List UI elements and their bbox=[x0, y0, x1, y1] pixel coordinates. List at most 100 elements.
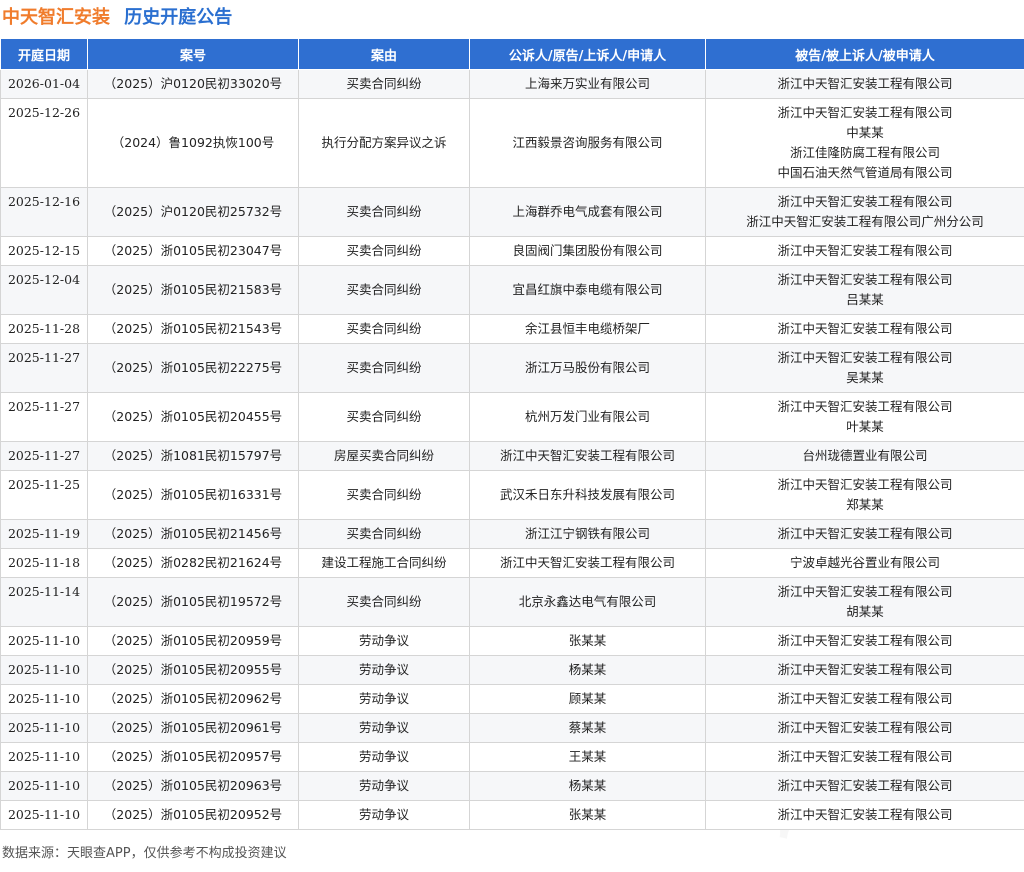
defendant-name: 浙江中天智汇安装工程有限公司 bbox=[706, 747, 1024, 767]
table-row: 2025-11-10（2025）浙0105民初20952号劳动争议张某某浙江中天… bbox=[1, 801, 1024, 830]
cell-cause: 建设工程施工合同纠纷 bbox=[299, 549, 470, 578]
table-row: 2025-12-04（2025）浙0105民初21583号买卖合同纠纷宜昌红旗中… bbox=[1, 266, 1024, 315]
cell-defendants: 浙江中天智汇安装工程有限公司 bbox=[706, 656, 1024, 685]
cell-plaintiff: 张某某 bbox=[470, 801, 706, 830]
cell-defendants: 浙江中天智汇安装工程有限公司 bbox=[706, 801, 1024, 830]
table-header-row: 开庭日期 案号 案由 公诉人/原告/上诉人/申请人 被告/被上诉人/被申请人 bbox=[1, 39, 1024, 70]
cell-cause: 劳动争议 bbox=[299, 772, 470, 801]
cell-case-no: （2025）沪0120民初33020号 bbox=[88, 70, 299, 99]
cell-defendants: 浙江中天智汇安装工程有限公司吴某某 bbox=[706, 344, 1024, 393]
table-row: 2025-11-18（2025）浙0282民初21624号建设工程施工合同纠纷浙… bbox=[1, 549, 1024, 578]
cell-case-no: （2025）浙0105民初21456号 bbox=[88, 520, 299, 549]
table-row: 2025-11-28（2025）浙0105民初21543号买卖合同纠纷余江县恒丰… bbox=[1, 315, 1024, 344]
defendant-name: 浙江中天智汇安装工程有限公司 bbox=[706, 319, 1024, 339]
cell-plaintiff: 王某某 bbox=[470, 743, 706, 772]
cell-case-no: （2025）浙0105民初20455号 bbox=[88, 393, 299, 442]
cell-plaintiff: 浙江江宁钢铁有限公司 bbox=[470, 520, 706, 549]
cell-plaintiff: 浙江万马股份有限公司 bbox=[470, 344, 706, 393]
defendant-name: 浙江中天智汇安装工程有限公司 bbox=[706, 660, 1024, 680]
cell-date: 2025-11-10 bbox=[1, 714, 88, 743]
cell-plaintiff: 江西毅景咨询服务有限公司 bbox=[470, 99, 706, 188]
cell-case-no: （2025）浙0105民初20955号 bbox=[88, 656, 299, 685]
defendant-name: 吴某某 bbox=[706, 368, 1024, 388]
company-name: 中天智汇安装 bbox=[2, 7, 110, 28]
defendant-name: 中某某 bbox=[706, 123, 1024, 143]
cell-date: 2026-01-04 bbox=[1, 70, 88, 99]
cell-case-no: （2025）浙0105民初20962号 bbox=[88, 685, 299, 714]
cell-case-no: （2025）浙1081民初15797号 bbox=[88, 442, 299, 471]
cell-plaintiff: 杨某某 bbox=[470, 772, 706, 801]
cell-plaintiff: 蔡某某 bbox=[470, 714, 706, 743]
table-row: 2025-11-27（2025）浙0105民初20455号买卖合同纠纷杭州万发门… bbox=[1, 393, 1024, 442]
cell-defendants: 浙江中天智汇安装工程有限公司中某某浙江佳隆防腐工程有限公司中国石油天然气管道局有… bbox=[706, 99, 1024, 188]
col-header-defendant: 被告/被上诉人/被申请人 bbox=[706, 39, 1024, 70]
cell-defendants: 宁波卓越光谷置业有限公司 bbox=[706, 549, 1024, 578]
table-row: 2025-11-14（2025）浙0105民初19572号买卖合同纠纷北京永鑫达… bbox=[1, 578, 1024, 627]
cell-defendants: 浙江中天智汇安装工程有限公司叶某某 bbox=[706, 393, 1024, 442]
defendant-name: 浙江中天智汇安装工程有限公司 bbox=[706, 192, 1024, 212]
cell-case-no: （2025）浙0282民初21624号 bbox=[88, 549, 299, 578]
cell-plaintiff: 余江县恒丰电缆桥架厂 bbox=[470, 315, 706, 344]
cell-cause: 买卖合同纠纷 bbox=[299, 237, 470, 266]
table-row: 2025-11-25（2025）浙0105民初16331号买卖合同纠纷武汉禾日东… bbox=[1, 471, 1024, 520]
cell-plaintiff: 上海来万实业有限公司 bbox=[470, 70, 706, 99]
table-row: 2025-11-10（2025）浙0105民初20963号劳动争议杨某某浙江中天… bbox=[1, 772, 1024, 801]
cell-defendants: 浙江中天智汇安装工程有限公司吕某某 bbox=[706, 266, 1024, 315]
cell-cause: 买卖合同纠纷 bbox=[299, 315, 470, 344]
cell-plaintiff: 张某某 bbox=[470, 627, 706, 656]
table-row: 2025-11-10（2025）浙0105民初20957号劳动争议王某某浙江中天… bbox=[1, 743, 1024, 772]
cell-date: 2025-11-10 bbox=[1, 772, 88, 801]
cell-case-no: （2024）鲁1092执恢100号 bbox=[88, 99, 299, 188]
cell-defendants: 浙江中天智汇安装工程有限公司 bbox=[706, 520, 1024, 549]
cell-date: 2025-11-18 bbox=[1, 549, 88, 578]
defendant-name: 浙江中天智汇安装工程有限公司 bbox=[706, 631, 1024, 651]
cell-defendants: 浙江中天智汇安装工程有限公司 bbox=[706, 237, 1024, 266]
cell-cause: 劳动争议 bbox=[299, 656, 470, 685]
cell-date: 2025-12-26 bbox=[1, 99, 88, 188]
table-row: 2026-01-04（2025）沪0120民初33020号买卖合同纠纷上海来万实… bbox=[1, 70, 1024, 99]
cell-defendants: 浙江中天智汇安装工程有限公司 bbox=[706, 714, 1024, 743]
hearing-table: 开庭日期 案号 案由 公诉人/原告/上诉人/申请人 被告/被上诉人/被申请人 2… bbox=[0, 38, 1024, 830]
cell-defendants: 浙江中天智汇安装工程有限公司 bbox=[706, 315, 1024, 344]
defendant-name: 浙江中天智汇安装工程有限公司 bbox=[706, 348, 1024, 368]
defendant-name: 浙江佳隆防腐工程有限公司 bbox=[706, 143, 1024, 163]
cell-cause: 买卖合同纠纷 bbox=[299, 344, 470, 393]
cell-plaintiff: 杭州万发门业有限公司 bbox=[470, 393, 706, 442]
defendant-name: 浙江中天智汇安装工程有限公司 bbox=[706, 475, 1024, 495]
cell-plaintiff: 上海群乔电气成套有限公司 bbox=[470, 188, 706, 237]
defendant-name: 浙江中天智汇安装工程有限公司 bbox=[706, 524, 1024, 544]
cell-cause: 买卖合同纠纷 bbox=[299, 266, 470, 315]
defendant-name: 吕某某 bbox=[706, 290, 1024, 310]
cell-case-no: （2025）沪0120民初25732号 bbox=[88, 188, 299, 237]
table-row: 2025-11-27（2025）浙1081民初15797号房屋买卖合同纠纷浙江中… bbox=[1, 442, 1024, 471]
cell-date: 2025-12-15 bbox=[1, 237, 88, 266]
table-row: 2025-11-10（2025）浙0105民初20961号劳动争议蔡某某浙江中天… bbox=[1, 714, 1024, 743]
cell-case-no: （2025）浙0105民初20961号 bbox=[88, 714, 299, 743]
table-row: 2025-11-19（2025）浙0105民初21456号买卖合同纠纷浙江江宁钢… bbox=[1, 520, 1024, 549]
cell-date: 2025-11-27 bbox=[1, 393, 88, 442]
defendant-name: 浙江中天智汇安装工程有限公司 bbox=[706, 776, 1024, 796]
defendant-name: 浙江中天智汇安装工程有限公司广州分公司 bbox=[706, 212, 1024, 232]
cell-cause: 买卖合同纠纷 bbox=[299, 188, 470, 237]
col-header-plaintiff: 公诉人/原告/上诉人/申请人 bbox=[470, 39, 706, 70]
cell-plaintiff: 北京永鑫达电气有限公司 bbox=[470, 578, 706, 627]
cell-cause: 劳动争议 bbox=[299, 743, 470, 772]
table-row: 2025-11-10（2025）浙0105民初20962号劳动争议顾某某浙江中天… bbox=[1, 685, 1024, 714]
defendant-name: 浙江中天智汇安装工程有限公司 bbox=[706, 582, 1024, 602]
cell-date: 2025-12-04 bbox=[1, 266, 88, 315]
cell-cause: 劳动争议 bbox=[299, 801, 470, 830]
cell-defendants: 台州珑德置业有限公司 bbox=[706, 442, 1024, 471]
cell-date: 2025-11-27 bbox=[1, 442, 88, 471]
defendant-name: 宁波卓越光谷置业有限公司 bbox=[706, 553, 1024, 573]
col-header-case-no: 案号 bbox=[88, 39, 299, 70]
defendant-name: 台州珑德置业有限公司 bbox=[706, 446, 1024, 466]
cell-cause: 买卖合同纠纷 bbox=[299, 393, 470, 442]
cell-case-no: （2025）浙0105民初19572号 bbox=[88, 578, 299, 627]
cell-cause: 买卖合同纠纷 bbox=[299, 520, 470, 549]
cell-case-no: （2025）浙0105民初20952号 bbox=[88, 801, 299, 830]
cell-date: 2025-11-25 bbox=[1, 471, 88, 520]
cell-plaintiff: 宜昌红旗中泰电缆有限公司 bbox=[470, 266, 706, 315]
defendant-name: 胡某某 bbox=[706, 602, 1024, 622]
defendant-name: 浙江中天智汇安装工程有限公司 bbox=[706, 689, 1024, 709]
cell-plaintiff: 顾某某 bbox=[470, 685, 706, 714]
